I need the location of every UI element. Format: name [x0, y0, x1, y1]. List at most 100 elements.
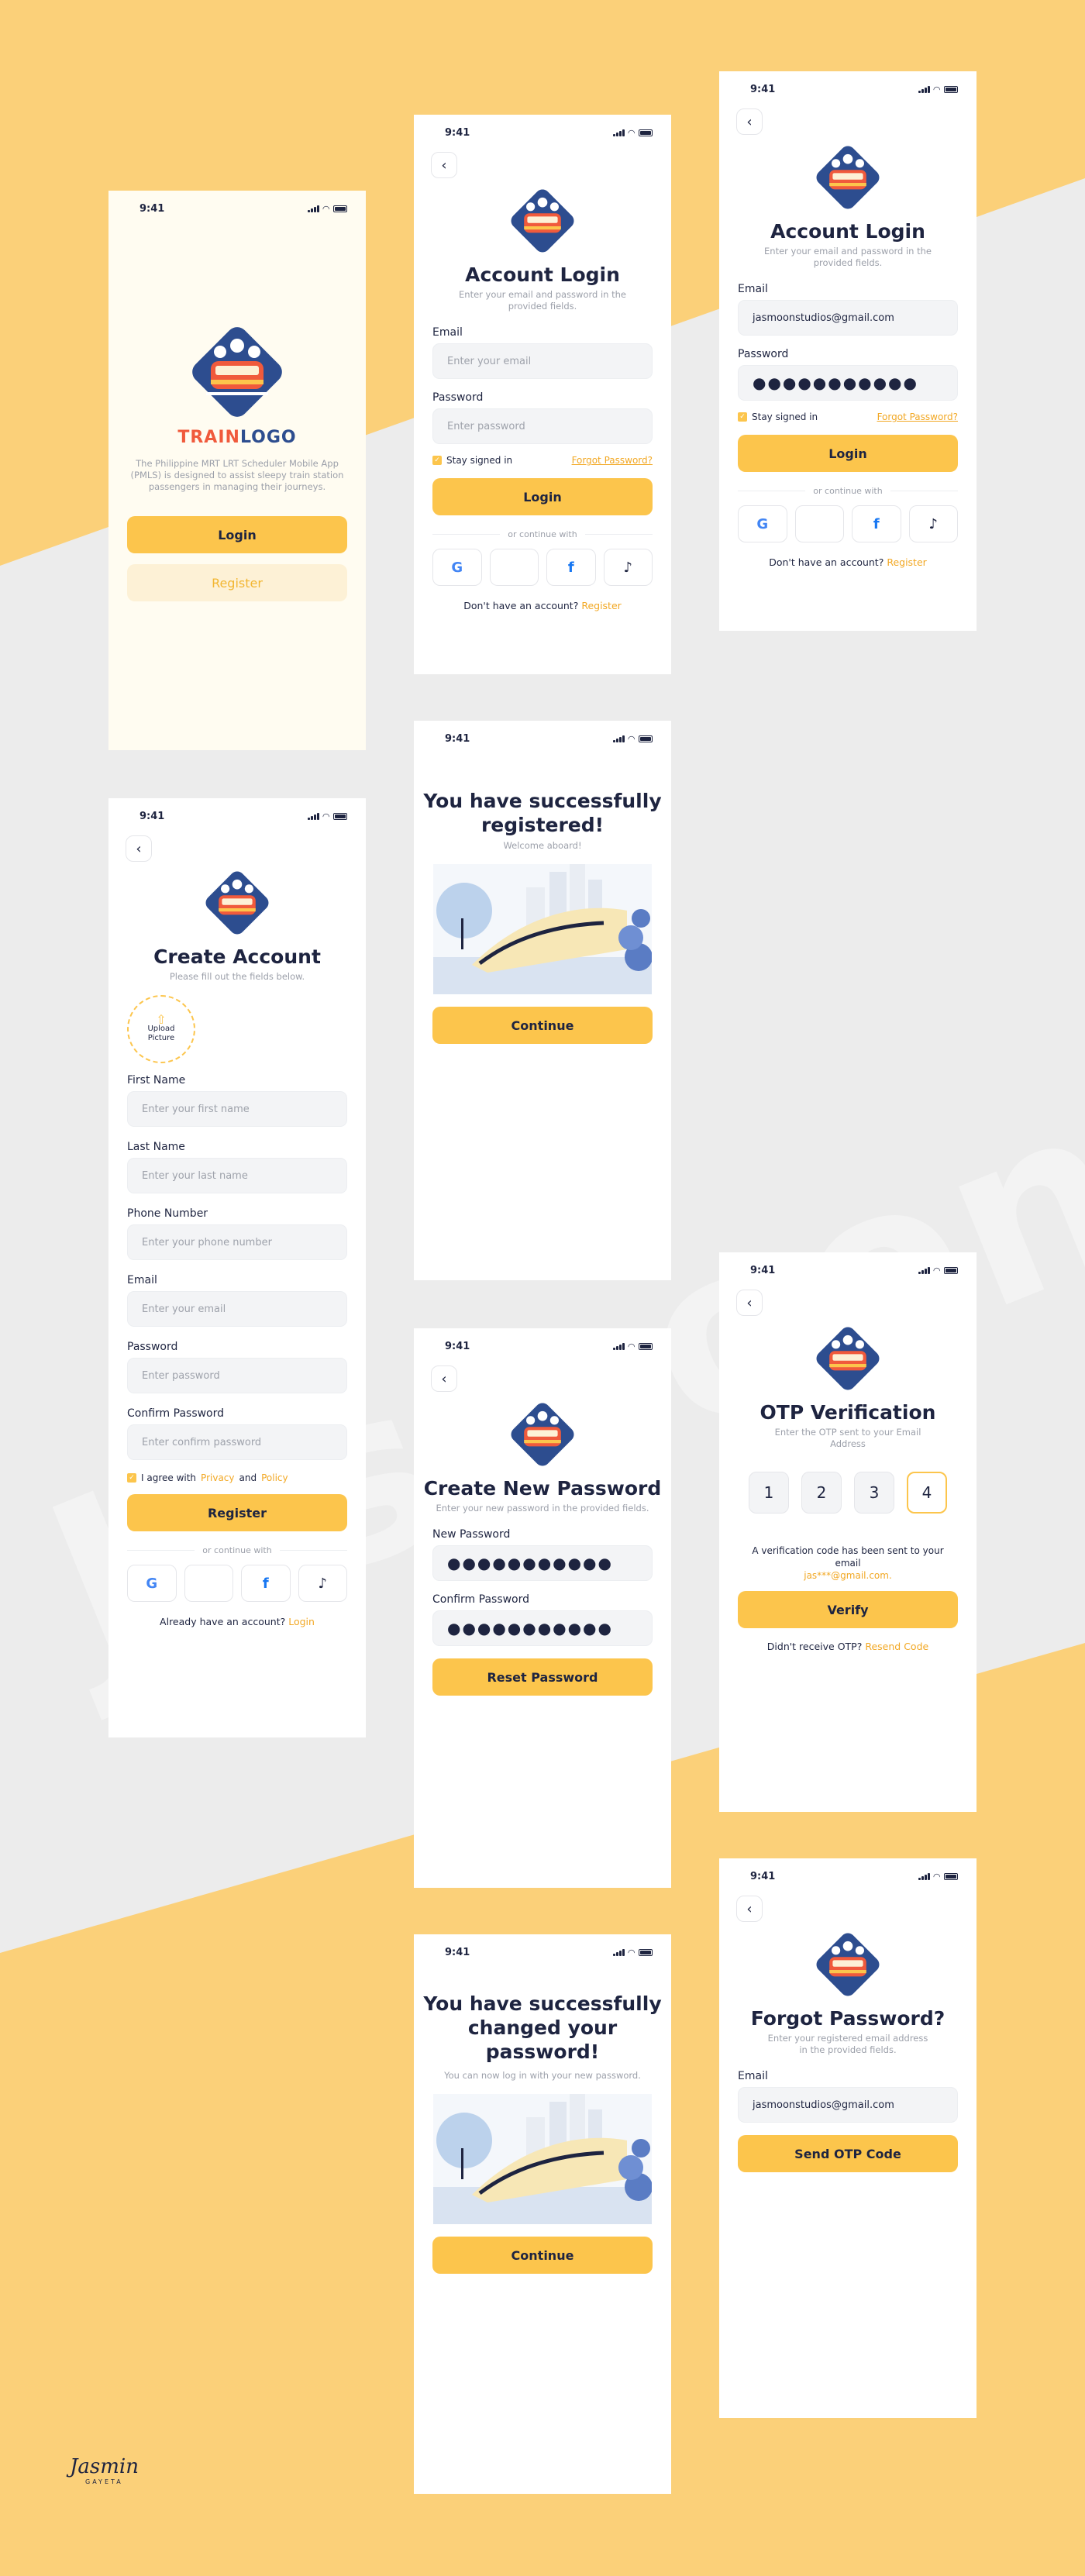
- forgot-password-link[interactable]: Forgot Password?: [877, 412, 958, 422]
- upload-picture-button[interactable]: ⇧ Upload Picture: [127, 995, 195, 1063]
- verify-button[interactable]: Verify: [738, 1591, 958, 1628]
- back-button[interactable]: ‹: [126, 835, 152, 862]
- tiktok-icon: ♪: [623, 559, 633, 576]
- facebook-button[interactable]: f: [241, 1565, 291, 1602]
- email-field[interactable]: jasmoonstudios@gmail.com: [738, 300, 958, 336]
- success-title: You have successfully changed your passwor…: [423, 1992, 662, 2063]
- stay-signed-in-label: Stay signed in: [752, 412, 818, 422]
- battery-icon: [639, 1948, 653, 1956]
- password-changed-screen: 9:41 ◠ You have successfully changed your…: [414, 1934, 671, 2494]
- register-link[interactable]: Register: [887, 556, 926, 568]
- facebook-button[interactable]: f: [852, 505, 901, 542]
- tiktok-button[interactable]: ♪: [603, 549, 653, 586]
- password-field[interactable]: Enter password: [432, 408, 653, 444]
- forgot-password-screen: 9:41 ◠ ‹ Forgot Password? Enter your reg…: [719, 1858, 976, 2418]
- back-button[interactable]: ‹: [431, 1365, 457, 1392]
- phone-field[interactable]: Enter your phone number: [127, 1224, 347, 1260]
- page-title: Account Login: [465, 263, 620, 286]
- wifi-icon: ◠: [933, 1265, 940, 1276]
- train-illustration: [433, 864, 652, 994]
- wifi-icon: ◠: [628, 127, 635, 138]
- otp-digit-4[interactable]: 4: [907, 1472, 947, 1514]
- page-subtitle: Enter your new password in the provided …: [436, 1503, 649, 1514]
- back-button[interactable]: ‹: [736, 1290, 763, 1316]
- login-button[interactable]: Login: [432, 478, 653, 515]
- resend-code-link[interactable]: Resend Code: [865, 1641, 928, 1652]
- page-title: Create Account: [153, 945, 321, 968]
- status-bar: 9:41 ◠: [719, 71, 976, 107]
- train-logo-icon: [816, 1327, 880, 1390]
- register-button[interactable]: Register: [127, 564, 347, 601]
- status-bar: 9:41 ◠: [414, 1934, 671, 1970]
- stay-signed-in-checkbox[interactable]: ✓ Stay signed in: [432, 455, 512, 466]
- forgot-password-link[interactable]: Forgot Password?: [572, 455, 653, 466]
- signal-icon: [612, 1948, 625, 1956]
- first-name-field[interactable]: Enter your first name: [127, 1091, 347, 1127]
- otp-screen: 9:41 ◠ ‹ OTP Verification Enter the OTP …: [719, 1252, 976, 1812]
- login-link[interactable]: Login: [288, 1616, 315, 1627]
- confirm-password-field[interactable]: ●●●●●●●●●●●: [432, 1610, 653, 1646]
- tiktok-button[interactable]: ♪: [298, 1565, 347, 1602]
- back-button[interactable]: ‹: [736, 1896, 763, 1922]
- google-icon: G: [451, 559, 463, 576]
- signal-icon: [612, 735, 625, 742]
- register-link[interactable]: Register: [581, 600, 621, 611]
- email-field[interactable]: Enter your email: [432, 343, 653, 379]
- google-icon: G: [146, 1575, 158, 1592]
- apple-button[interactable]: [184, 1565, 233, 1602]
- continue-button[interactable]: Continue: [432, 1007, 653, 1044]
- battery-icon: [944, 1266, 958, 1274]
- social-buttons: G f ♪: [738, 505, 958, 542]
- policy-link[interactable]: Policy: [261, 1472, 288, 1483]
- stay-signed-in-checkbox[interactable]: ✓ Stay signed in: [738, 412, 818, 422]
- signal-icon: [918, 85, 930, 93]
- otp-digit-3[interactable]: 3: [854, 1472, 894, 1514]
- password-field[interactable]: ●●●●●●●●●●●: [738, 365, 958, 401]
- google-icon: G: [756, 515, 769, 532]
- welcome-screen: 9:41 ◠ TRAINLOGO The Philippine MRT LRT …: [108, 191, 366, 750]
- password-label: Password: [127, 1341, 178, 1353]
- google-button[interactable]: G: [738, 505, 787, 542]
- register-button[interactable]: Register: [127, 1494, 347, 1531]
- last-name-field[interactable]: Enter your last name: [127, 1158, 347, 1193]
- status-time: 9:41: [750, 83, 776, 95]
- confirm-password-field[interactable]: Enter confirm password: [127, 1424, 347, 1460]
- or-divider: or continue with: [738, 486, 958, 496]
- google-button[interactable]: G: [127, 1565, 177, 1602]
- apple-button[interactable]: [489, 549, 539, 586]
- email-field[interactable]: Enter your email: [127, 1291, 347, 1327]
- send-otp-button[interactable]: Send OTP Code: [738, 2135, 958, 2172]
- google-button[interactable]: G: [432, 549, 482, 586]
- otp-digit-2[interactable]: 2: [801, 1472, 842, 1514]
- signal-icon: [307, 205, 319, 212]
- email-label: Email: [127, 1274, 157, 1286]
- login-button[interactable]: Login: [738, 435, 958, 472]
- back-chevron-icon: ‹: [746, 113, 753, 130]
- tiktok-button[interactable]: ♪: [908, 505, 958, 542]
- continue-button[interactable]: Continue: [432, 2237, 653, 2274]
- new-password-label: New Password: [432, 1528, 511, 1541]
- email-label: Email: [738, 2070, 768, 2082]
- privacy-link[interactable]: Privacy: [201, 1472, 234, 1483]
- back-button[interactable]: ‹: [431, 152, 457, 178]
- email-field[interactable]: jasmoonstudios@gmail.com: [738, 2087, 958, 2123]
- otp-digit-1[interactable]: 1: [749, 1472, 789, 1514]
- reset-password-button[interactable]: Reset Password: [432, 1658, 653, 1696]
- status-time: 9:41: [750, 1870, 776, 1882]
- otp-inputs: 1 2 3 4: [738, 1472, 958, 1514]
- back-button[interactable]: ‹: [736, 108, 763, 135]
- password-field[interactable]: Enter password: [127, 1358, 347, 1393]
- status-bar: 9:41 ◠: [108, 191, 366, 226]
- tiktok-icon: ♪: [928, 515, 939, 532]
- facebook-button[interactable]: f: [546, 549, 596, 586]
- apple-button[interactable]: [794, 505, 844, 542]
- login-button[interactable]: Login: [127, 516, 347, 553]
- confirm-password-label: Confirm Password: [127, 1407, 225, 1420]
- or-divider: or continue with: [127, 1545, 347, 1555]
- facebook-icon: f: [873, 515, 880, 532]
- password-label: Password: [432, 391, 484, 404]
- battery-icon: [639, 129, 653, 136]
- agree-checkbox[interactable]: ✓ I agree with Privacy and Policy: [127, 1472, 288, 1483]
- designer-signature: Jasmin GAYETA: [70, 2455, 139, 2485]
- new-password-field[interactable]: ●●●●●●●●●●●: [432, 1545, 653, 1581]
